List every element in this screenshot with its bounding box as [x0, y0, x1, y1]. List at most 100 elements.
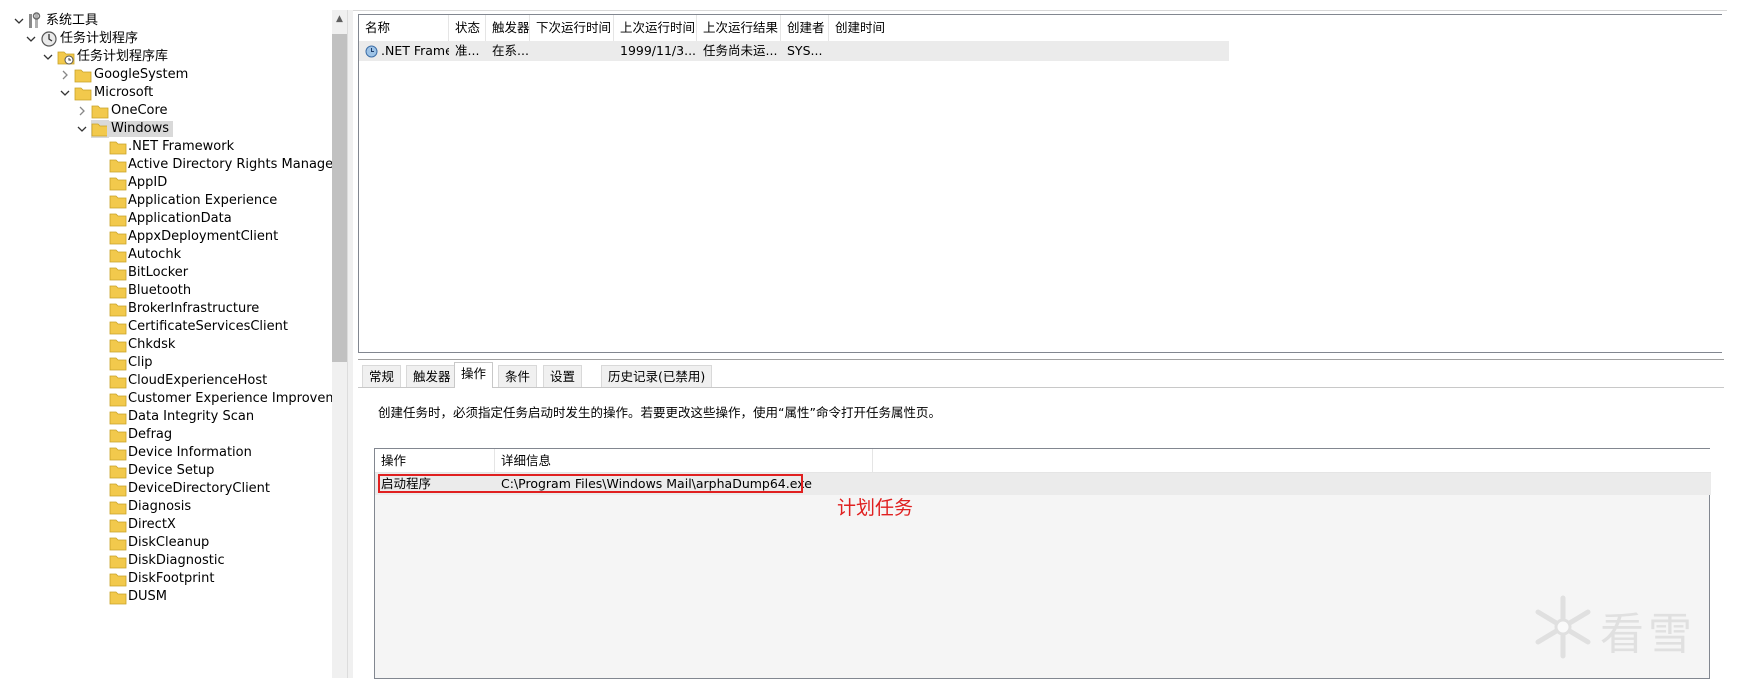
tree-item-task-library[interactable]: 任务计划程序库: [10, 47, 340, 67]
tree-item-windows-child[interactable]: DUSM: [10, 587, 340, 607]
pane-splitter[interactable]: [347, 10, 353, 678]
tree-item-label: Device Setup: [128, 463, 215, 478]
column-header-name[interactable]: 名称: [359, 15, 449, 41]
tab-settings[interactable]: 设置: [543, 365, 583, 387]
tree-item-windows-child[interactable]: Active Directory Rights Managem: [10, 155, 346, 175]
cell-created: [829, 41, 1229, 61]
tree-item-label: 任务计划程序库: [77, 49, 169, 64]
folder-icon: [109, 570, 127, 588]
tree-item-windows-child[interactable]: Defrag: [10, 425, 340, 445]
folder-icon: [109, 354, 127, 372]
tree-item-label: Data Integrity Scan: [128, 409, 255, 424]
folder-icon: [109, 480, 127, 498]
highlight-annotation-box: [378, 474, 803, 493]
column-header-last-result[interactable]: 上次运行结果: [697, 15, 781, 41]
folder-icon: [109, 498, 127, 516]
tab-actions[interactable]: 操作: [454, 362, 494, 388]
table-row[interactable]: 启动程序 C:\Program Files\Windows Mail\arpha…: [375, 473, 1711, 519]
column-header-action[interactable]: 操作: [375, 449, 495, 473]
folder-icon: [109, 210, 127, 228]
folder-icon: [109, 534, 127, 552]
tree-item-windows-child[interactable]: Diagnosis: [10, 497, 340, 517]
chevron-down-icon[interactable]: [58, 85, 72, 101]
tree-item-windows-child[interactable]: DiskCleanup: [10, 533, 340, 553]
tree-item-windows-child[interactable]: DiskFootprint: [10, 569, 340, 589]
task-list[interactable]: 名称 状态 触发器 下次运行时间 上次运行时间 上次运行结果 创建者 创建时间 …: [358, 14, 1724, 353]
tab-history[interactable]: 历史记录(已禁用): [601, 365, 713, 387]
tab-conditions[interactable]: 条件: [498, 365, 538, 387]
tree-item-windows-child[interactable]: BitLocker: [10, 263, 340, 283]
tree-item-onecore[interactable]: OneCore: [10, 101, 340, 121]
actions-table-header: 操作 详细信息: [375, 449, 1711, 473]
actions-table[interactable]: 操作 详细信息 启动程序 C:\Program Files\Windows Ma…: [374, 448, 1711, 679]
column-header-author[interactable]: 创建者: [781, 15, 829, 41]
tree-item-label: Device Information: [128, 445, 252, 460]
chevron-down-icon[interactable]: [12, 13, 26, 29]
tree-item-windows-child[interactable]: Application Experience: [10, 191, 340, 211]
tree-item-label: ApplicationData: [128, 211, 232, 226]
tree-item-windows-child[interactable]: Device Setup: [10, 461, 340, 481]
tree-item-windows-child[interactable]: Autochk: [10, 245, 340, 265]
tree-item-windows-child[interactable]: AppxDeploymentClient: [10, 227, 340, 247]
tree-item-windows-child[interactable]: AppID: [10, 173, 340, 193]
folder-icon: [109, 174, 127, 192]
tree-item-windows-child[interactable]: CloudExperienceHost: [10, 371, 340, 391]
column-header-trigger[interactable]: 触发器: [486, 15, 530, 41]
tree-item-label: Microsoft: [94, 85, 154, 100]
scrollbar-thumb[interactable]: [332, 34, 347, 362]
chevron-down-icon[interactable]: [75, 121, 89, 137]
column-header-status[interactable]: 状态: [449, 15, 486, 41]
tree-item-windows-child[interactable]: .NET Framework: [10, 137, 340, 157]
scroll-up-arrow-icon[interactable]: ▲: [332, 14, 347, 28]
tree-item-task-scheduler[interactable]: 任务计划程序: [10, 29, 340, 49]
tree-item-label: DeviceDirectoryClient: [128, 481, 271, 496]
tree-item-microsoft[interactable]: Microsoft: [10, 83, 340, 103]
column-header-last-run[interactable]: 上次运行时间: [614, 15, 697, 41]
tree-item-label: GoogleSystem: [94, 67, 189, 82]
tree-item-windows-child[interactable]: Device Information: [10, 443, 340, 463]
tree-item-windows-child[interactable]: Customer Experience Improveme: [10, 389, 346, 409]
tree-scrollbar[interactable]: ▲: [332, 10, 347, 678]
folder-icon: [109, 372, 127, 390]
chevron-down-icon[interactable]: [24, 31, 38, 47]
column-header-created[interactable]: 创建时间: [829, 15, 1229, 41]
tree-item-label: Windows: [107, 121, 174, 137]
navigation-tree[interactable]: 系统工具 任务计划程序 任务计划程序库 GoogleSystem Microso…: [10, 10, 347, 678]
tab-triggers[interactable]: 触发器: [406, 365, 458, 387]
tree-item-windows-child[interactable]: BrokerInfrastructure: [10, 299, 340, 319]
tree-item-windows-child[interactable]: CertificateServicesClient: [10, 317, 340, 337]
folder-icon: [74, 84, 92, 102]
tree-item-googlesystem[interactable]: GoogleSystem: [10, 65, 340, 85]
tree-item-windows[interactable]: Windows: [10, 119, 340, 139]
column-header-next-run[interactable]: 下次运行时间: [530, 15, 614, 41]
tree-item-windows-child[interactable]: Clip: [10, 353, 340, 373]
tree-item-windows-child[interactable]: DiskDiagnostic: [10, 551, 340, 571]
tree-item-windows-child[interactable]: DirectX: [10, 515, 340, 535]
table-row[interactable]: .NET Frame... 准... 在系... 1999/11/3... 任务…: [359, 41, 1229, 61]
watermark-text: 看雪: [1600, 609, 1696, 660]
tree-item-windows-child[interactable]: Data Integrity Scan: [10, 407, 340, 427]
tree-item-system-tools[interactable]: 系统工具: [10, 11, 340, 31]
tree-item-label: CloudExperienceHost: [128, 373, 268, 388]
tree-item-label: BrokerInfrastructure: [128, 301, 260, 316]
tree-item-label: 系统工具: [46, 13, 99, 28]
folder-icon: [74, 66, 92, 84]
folder-icon: [109, 282, 127, 300]
tree-item-label: Active Directory Rights Managem: [128, 157, 346, 172]
folder-icon: [109, 444, 127, 462]
tree-item-windows-child[interactable]: Bluetooth: [10, 281, 340, 301]
tree-item-windows-child[interactable]: Chkdsk: [10, 335, 340, 355]
tree-item-windows-child[interactable]: ApplicationData: [10, 209, 340, 229]
chevron-right-icon[interactable]: [58, 67, 72, 83]
chevron-right-icon[interactable]: [75, 103, 89, 119]
cell-last-run: 1999/11/3...: [620, 43, 697, 58]
tab-general[interactable]: 常规: [362, 365, 402, 387]
chevron-down-icon[interactable]: [41, 49, 55, 65]
tree-item-label: Chkdsk: [128, 337, 176, 352]
tree-item-windows-child[interactable]: DeviceDirectoryClient: [10, 479, 340, 499]
tree-item-label: Defrag: [128, 427, 173, 442]
column-header-details[interactable]: 详细信息: [495, 449, 873, 473]
task-details-pane: 常规 触发器 操作 条件 设置 历史记录(已禁用) 创建任务时，必须指定任务启动…: [358, 359, 1724, 679]
folder-icon: [91, 102, 109, 120]
tree-item-label: Application Experience: [128, 193, 278, 208]
